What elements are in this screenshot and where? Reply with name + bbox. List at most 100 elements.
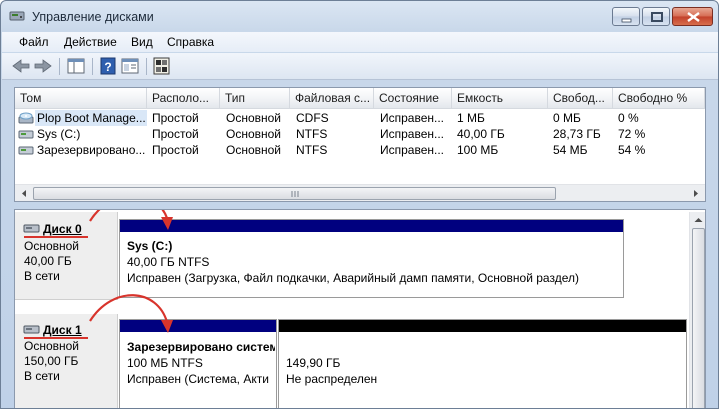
annotation-underline — [24, 236, 88, 238]
properties-icon[interactable] — [120, 57, 140, 75]
scroll-left-icon[interactable] — [19, 188, 29, 199]
column-header-filesystem[interactable]: Файловая с... — [290, 88, 374, 109]
disk-kind: Основной — [24, 339, 80, 353]
volume-capacity: 100 МБ — [457, 143, 499, 157]
column-header-capacity[interactable]: Емкость — [452, 88, 548, 109]
partition-title: Sys (C:) — [127, 239, 173, 253]
volume-icon — [18, 146, 34, 155]
table-row[interactable]: Sys (C:) Простой Основной NTFS Исправен.… — [15, 126, 705, 142]
volume-icon — [18, 130, 34, 139]
window-title: Управление дисками — [32, 10, 154, 24]
menu-action[interactable]: Действие — [64, 35, 117, 49]
partition-size: 40,00 ГБ NTFS — [127, 255, 210, 269]
scroll-up-icon[interactable] — [693, 215, 704, 225]
partition-bar — [279, 320, 686, 332]
volume-list: Том Располо... Тип Файловая с... Состоян… — [14, 87, 706, 202]
menu-view[interactable]: Вид — [131, 35, 153, 49]
title-bar[interactable]: Управление дисками — [1, 1, 718, 31]
column-header-percent-free[interactable]: Свободно % — [613, 88, 705, 109]
disk-state: В сети — [24, 369, 60, 383]
maximize-icon — [651, 12, 663, 22]
volume-capacity: 1 МБ — [457, 111, 485, 125]
table-row[interactable]: Plop Boot Manage... Простой Основной CDF… — [15, 110, 705, 126]
minimize-icon — [621, 18, 632, 23]
partition-bar — [120, 320, 276, 332]
disk-map: Диск 0 Основной 40,00 ГБ В сети Sys (C:)… — [14, 209, 706, 408]
disk-0-label[interactable]: Диск 0 Основной 40,00 ГБ В сети — [15, 212, 118, 300]
column-header-free-space[interactable]: Свобод... — [548, 88, 613, 109]
partition-bar — [120, 220, 623, 232]
help-icon[interactable]: ? — [98, 57, 118, 75]
column-header-volume[interactable]: Том — [15, 88, 147, 109]
disk-management-icon — [9, 11, 25, 21]
volume-status: Исправен... — [380, 127, 445, 141]
column-header-status[interactable]: Состояние — [374, 88, 452, 109]
disk-name: Диск 1 — [43, 323, 82, 337]
volume-layout: Простой — [152, 111, 199, 125]
minimize-button[interactable] — [612, 7, 640, 26]
column-header-type[interactable]: Тип — [220, 88, 290, 109]
volume-filesystem: NTFS — [296, 143, 328, 157]
cd-drive-icon — [18, 112, 34, 124]
disk-name: Диск 0 — [43, 222, 82, 236]
hard-disk-icon — [23, 325, 40, 334]
partition-system-reserved[interactable]: Зарезервировано систем 100 МБ NTFS Испра… — [119, 319, 277, 408]
partition-status: Не распределен — [286, 372, 378, 386]
partition-size: 149,90 ГБ — [286, 356, 341, 370]
volume-capacity: 40,00 ГБ — [457, 127, 505, 141]
vertical-scroll-thumb[interactable] — [692, 228, 705, 408]
menu-bar: Файл Действие Вид Справка — [2, 32, 718, 52]
partition-sys-c[interactable]: Sys (C:) 40,00 ГБ NTFS Исправен (Загрузк… — [119, 219, 624, 298]
volume-free-space: 54 МБ — [553, 143, 588, 157]
menu-help[interactable]: Справка — [167, 35, 214, 49]
toolbar: ? — [2, 53, 718, 80]
disk-settings-icon[interactable] — [152, 57, 172, 75]
grip-icon — [291, 191, 299, 197]
volume-type: Основной — [226, 111, 282, 125]
close-button[interactable] — [672, 7, 713, 26]
console-tree-icon[interactable] — [66, 57, 86, 75]
volume-name: Sys (C:) — [37, 127, 81, 141]
disk-state: В сети — [24, 269, 60, 283]
svg-text:?: ? — [104, 60, 111, 74]
horizontal-scroll-thumb[interactable] — [33, 187, 556, 200]
hard-disk-icon — [23, 224, 40, 233]
disk-kind: Основной — [24, 239, 80, 253]
volume-free-space: 0 МБ — [553, 111, 581, 125]
partition-status: Исправен (Система, Акти — [127, 372, 269, 386]
partition-unallocated[interactable]: 149,90 ГБ Не распределен — [278, 319, 687, 408]
forward-arrow-icon[interactable] — [33, 57, 53, 75]
volume-status: Исправен... — [380, 111, 445, 125]
horizontal-scrollbar[interactable] — [15, 184, 705, 201]
volume-type: Основной — [226, 143, 282, 157]
volume-layout: Простой — [152, 127, 199, 141]
maximize-button[interactable] — [642, 7, 670, 26]
partition-title: Зарезервировано систем — [127, 340, 275, 354]
disk-size: 150,00 ГБ — [24, 354, 79, 368]
volume-percent-free: 72 % — [618, 127, 646, 141]
disk-size: 40,00 ГБ — [24, 254, 72, 268]
table-row[interactable]: Зарезервировано... Простой Основной NTFS… — [15, 142, 705, 158]
volume-percent-free: 54 % — [618, 143, 646, 157]
column-header-layout[interactable]: Располо... — [147, 88, 220, 109]
volume-status: Исправен... — [380, 143, 445, 157]
volume-layout: Простой — [152, 143, 199, 157]
volume-filesystem: CDFS — [296, 111, 329, 125]
toolbar-separator — [92, 58, 93, 75]
toolbar-separator — [146, 58, 147, 75]
volume-type: Основной — [226, 127, 282, 141]
partition-size: 100 МБ NTFS — [127, 356, 203, 370]
volume-free-space: 28,73 ГБ — [553, 127, 601, 141]
scroll-right-icon[interactable] — [691, 188, 701, 199]
volume-percent-free: 0 % — [618, 111, 639, 125]
volume-filesystem: NTFS — [296, 127, 328, 141]
volume-name: Зарезервировано... — [37, 143, 146, 157]
back-arrow-icon[interactable] — [11, 57, 31, 75]
volume-name: Plop Boot Manage... — [35, 110, 147, 126]
menu-file[interactable]: Файл — [19, 35, 49, 49]
disk-management-window: Управление дисками Файл Действие Вид Спр… — [0, 0, 719, 409]
disk-1-label[interactable]: Диск 1 Основной 150,00 ГБ В сети — [15, 314, 118, 408]
vertical-scrollbar[interactable] — [689, 212, 705, 408]
partition-status: Исправен (Загрузка, Файл подкачки, Авари… — [127, 271, 579, 285]
toolbar-separator — [59, 58, 60, 75]
